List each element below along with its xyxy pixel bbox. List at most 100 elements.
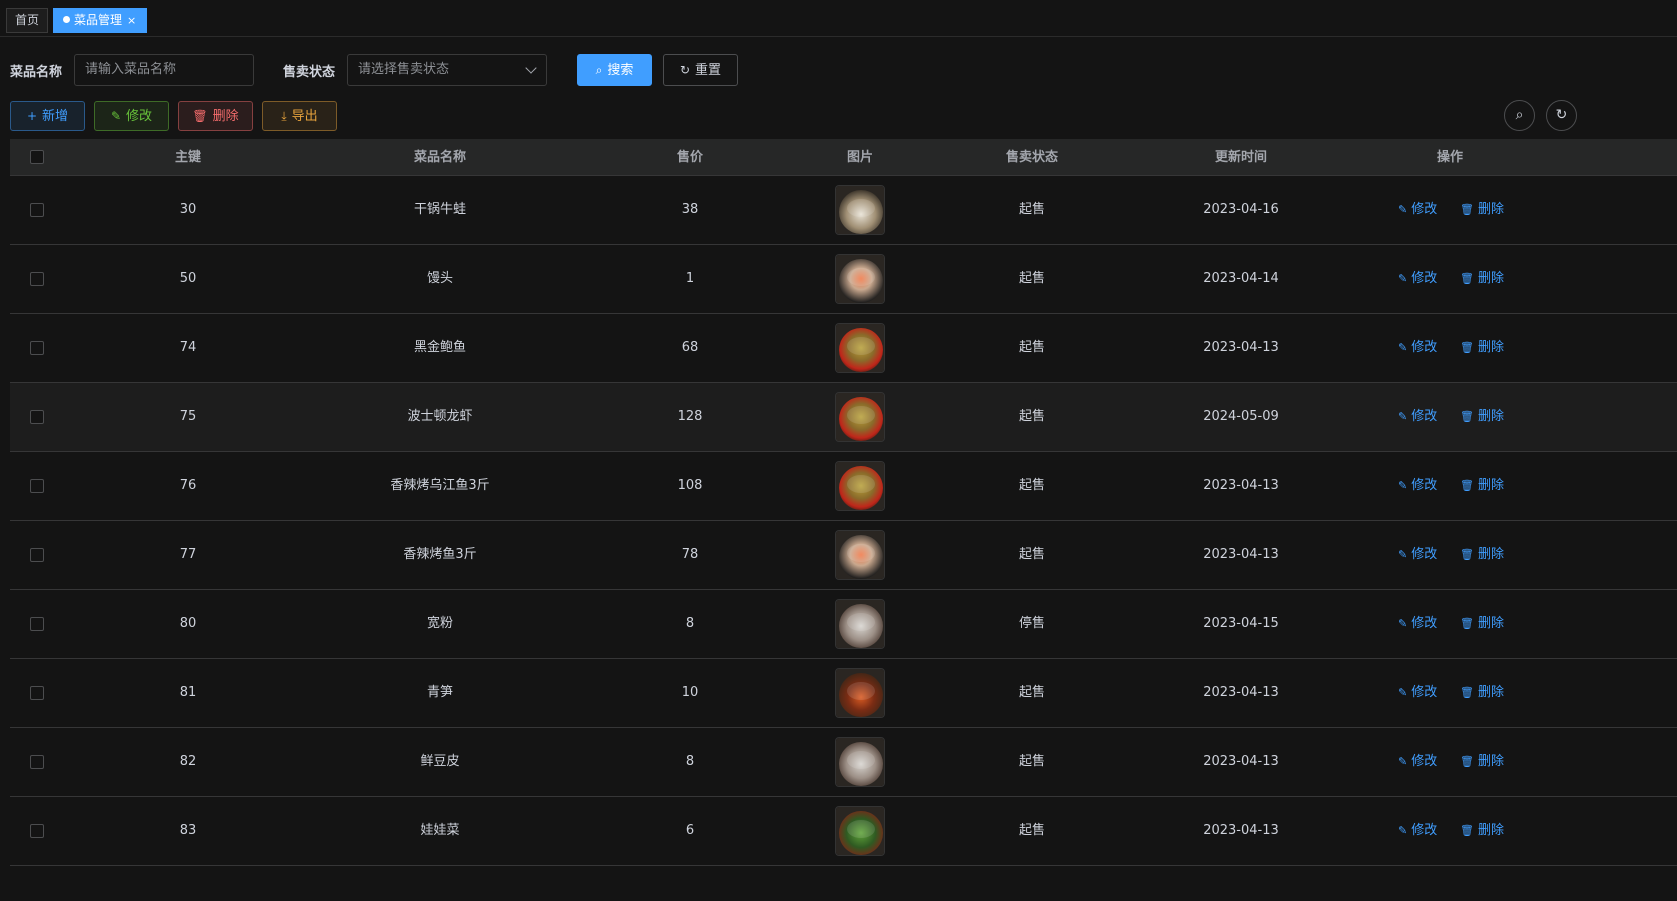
table-row[interactable]: 81 青笋 10 起售 2023-04-13 ✎ 修改 🗑 删除 — [10, 659, 1677, 728]
trash-icon: 🗑 — [1460, 548, 1474, 561]
refresh-table-button[interactable]: ↻ — [1546, 100, 1577, 131]
table-row[interactable]: 30 干锅牛蛙 38 起售 2023-04-16 ✎ 修改 🗑 删除 — [10, 176, 1677, 245]
cell-updated: 2023-04-14 — [1203, 271, 1279, 286]
add-button[interactable]: + 新增 — [10, 101, 85, 131]
cell-price: 68 — [681, 340, 699, 355]
column-header-price[interactable]: 售价 — [574, 139, 806, 176]
cell-id: 50 — [179, 271, 197, 286]
row-checkbox[interactable] — [30, 410, 44, 424]
row-edit-link[interactable]: ✎ 修改 — [1398, 383, 1437, 451]
row-delete-link[interactable]: 🗑 删除 — [1460, 452, 1504, 520]
dish-image[interactable] — [835, 668, 885, 718]
table-row[interactable]: 83 娃娃菜 6 起售 2023-04-13 ✎ 修改 🗑 删除 — [10, 797, 1677, 866]
row-delete-link[interactable]: 🗑 删除 — [1460, 314, 1504, 382]
search-button[interactable]: ⌕ 搜索 — [577, 54, 652, 86]
dish-image[interactable] — [835, 530, 885, 580]
tag-home[interactable]: 首页 — [6, 8, 48, 33]
cell-updated: 2023-04-13 — [1203, 547, 1279, 562]
tag-dish-management[interactable]: 菜品管理 × — [53, 8, 147, 33]
row-checkbox[interactable] — [30, 341, 44, 355]
cell-status: 起售 — [1018, 754, 1045, 769]
column-header-id[interactable]: 主键 — [70, 139, 306, 176]
row-edit-link[interactable]: ✎ 修改 — [1398, 245, 1437, 313]
column-header-status[interactable]: 售卖状态 — [914, 139, 1150, 176]
toggle-search-button[interactable]: ⌕ — [1504, 100, 1535, 131]
row-delete-link[interactable]: 🗑 删除 — [1460, 728, 1504, 796]
column-header-updated[interactable]: 更新时间 — [1150, 139, 1332, 176]
cell-updated: 2023-04-13 — [1203, 685, 1279, 700]
edit-icon: ✎ — [1398, 686, 1408, 699]
row-edit-link[interactable]: ✎ 修改 — [1398, 659, 1437, 727]
reset-button-label: 重置 — [695, 63, 722, 78]
row-checkbox[interactable] — [30, 548, 44, 562]
cell-status: 停售 — [1018, 616, 1045, 631]
edit-icon: ✎ — [1398, 272, 1408, 285]
dish-image[interactable] — [835, 806, 885, 856]
reset-button[interactable]: ↻ 重置 — [663, 54, 738, 86]
row-delete-link[interactable]: 🗑 删除 — [1460, 176, 1504, 244]
cell-updated: 2023-04-13 — [1203, 823, 1279, 838]
cell-price: 78 — [681, 547, 699, 562]
edit-button-label: 修改 — [126, 109, 153, 124]
cell-status: 起售 — [1018, 271, 1045, 286]
table-row[interactable]: 74 黑金鲍鱼 68 起售 2023-04-13 ✎ 修改 🗑 删除 — [10, 314, 1677, 383]
dish-name-input[interactable]: 请输入菜品名称 — [74, 54, 254, 86]
cell-status: 起售 — [1018, 478, 1045, 493]
edit-button[interactable]: ✎ 修改 — [94, 101, 169, 131]
row-checkbox[interactable] — [30, 686, 44, 700]
sale-status-select[interactable]: 请选择售卖状态 — [347, 54, 547, 86]
row-checkbox[interactable] — [30, 824, 44, 838]
row-edit-link[interactable]: ✎ 修改 — [1398, 797, 1437, 865]
row-edit-link[interactable]: ✎ 修改 — [1398, 590, 1437, 658]
row-checkbox[interactable] — [30, 272, 44, 286]
row-edit-link[interactable]: ✎ 修改 — [1398, 728, 1437, 796]
cell-id: 80 — [179, 616, 197, 631]
row-delete-link[interactable]: 🗑 删除 — [1460, 245, 1504, 313]
trash-icon: 🗑 — [1460, 272, 1474, 285]
row-delete-label: 删除 — [1477, 616, 1504, 631]
row-edit-link[interactable]: ✎ 修改 — [1398, 176, 1437, 244]
row-checkbox[interactable] — [30, 617, 44, 631]
table-row[interactable]: 76 香辣烤乌江鱼3斤 108 起售 2023-04-13 ✎ 修改 🗑 删除 — [10, 452, 1677, 521]
active-dot-icon — [63, 16, 70, 23]
row-edit-link[interactable]: ✎ 修改 — [1398, 314, 1437, 382]
plus-icon: + — [26, 109, 38, 123]
delete-button[interactable]: 🗑 删除 — [178, 101, 253, 131]
row-delete-link[interactable]: 🗑 删除 — [1460, 383, 1504, 451]
dish-image[interactable] — [835, 392, 885, 442]
row-edit-link[interactable]: ✎ 修改 — [1398, 521, 1437, 589]
table-row[interactable]: 75 波士顿龙虾 128 起售 2024-05-09 ✎ 修改 🗑 删除 — [10, 383, 1677, 452]
dish-image[interactable] — [835, 461, 885, 511]
column-header-image[interactable]: 图片 — [806, 139, 914, 176]
row-checkbox[interactable] — [30, 479, 44, 493]
dish-image[interactable] — [835, 323, 885, 373]
dish-image[interactable] — [835, 599, 885, 649]
table-row[interactable]: 50 馒头 1 起售 2023-04-14 ✎ 修改 🗑 删除 — [10, 245, 1677, 314]
dish-image[interactable] — [835, 185, 885, 235]
dish-image[interactable] — [835, 254, 885, 304]
close-icon[interactable]: × — [127, 14, 136, 27]
cell-updated: 2023-04-13 — [1203, 478, 1279, 493]
row-delete-link[interactable]: 🗑 删除 — [1460, 659, 1504, 727]
row-delete-link[interactable]: 🗑 删除 — [1460, 590, 1504, 658]
delete-button-label: 删除 — [212, 109, 239, 124]
select-all-checkbox[interactable] — [30, 150, 44, 164]
row-edit-link[interactable]: ✎ 修改 — [1398, 452, 1437, 520]
sale-status-label: 售卖状态 — [283, 65, 336, 80]
column-header-name[interactable]: 菜品名称 — [306, 139, 574, 176]
row-checkbox[interactable] — [30, 203, 44, 217]
cell-name: 馒头 — [426, 271, 453, 286]
export-button[interactable]: ⤓ 导出 — [262, 101, 337, 131]
table-row[interactable]: 82 鲜豆皮 8 起售 2023-04-13 ✎ 修改 🗑 删除 — [10, 728, 1677, 797]
cell-name: 香辣烤鱼3斤 — [403, 547, 477, 562]
cell-price: 128 — [677, 409, 703, 424]
row-edit-label: 修改 — [1411, 478, 1438, 493]
table-row[interactable]: 77 香辣烤鱼3斤 78 起售 2023-04-13 ✎ 修改 🗑 删除 — [10, 521, 1677, 590]
table-row[interactable]: 80 宽粉 8 停售 2023-04-15 ✎ 修改 🗑 删除 — [10, 590, 1677, 659]
row-delete-link[interactable]: 🗑 删除 — [1460, 797, 1504, 865]
cell-status: 起售 — [1018, 547, 1045, 562]
dish-image[interactable] — [835, 737, 885, 787]
row-delete-link[interactable]: 🗑 删除 — [1460, 521, 1504, 589]
row-checkbox[interactable] — [30, 755, 44, 769]
row-delete-label: 删除 — [1477, 202, 1504, 217]
